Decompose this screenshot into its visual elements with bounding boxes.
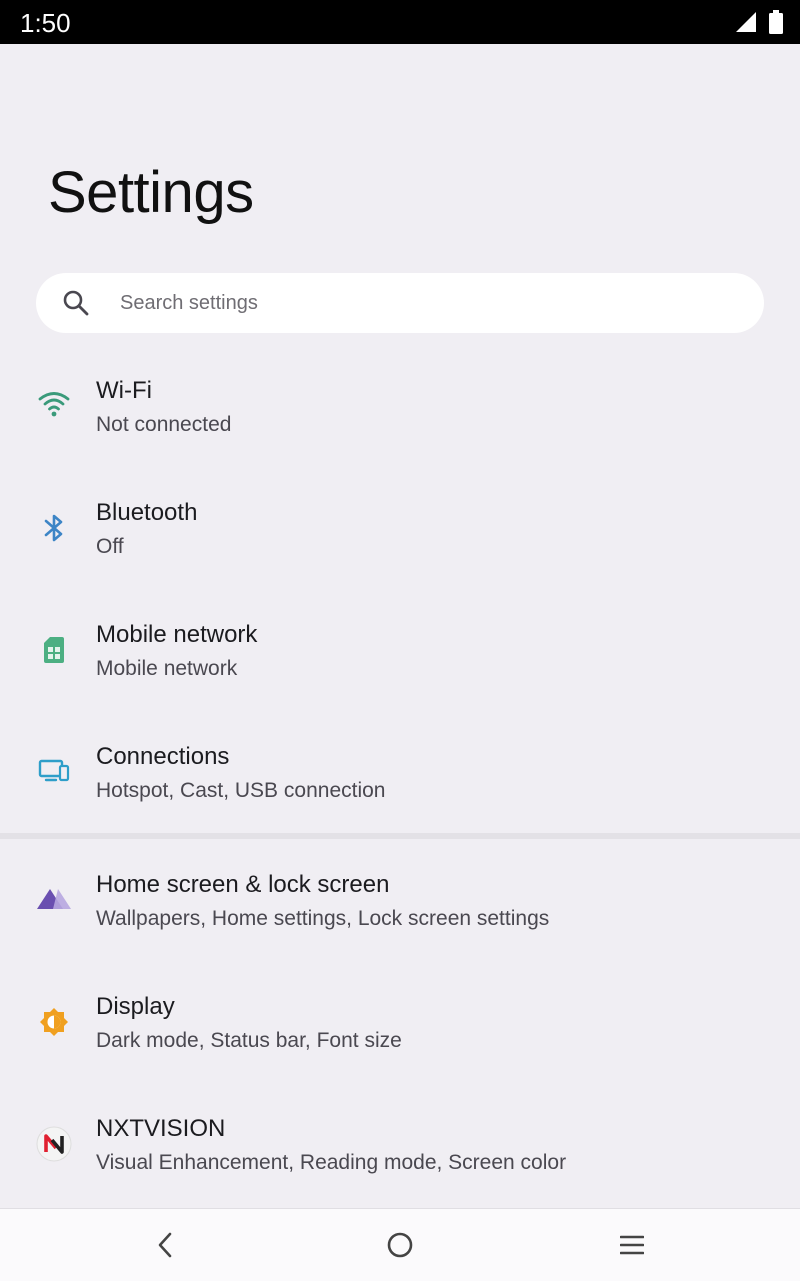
section-divider [0,833,800,839]
settings-item-title: Bluetooth [96,499,198,526]
status-icons [734,10,784,39]
settings-item-subtitle: Hotspot, Cast, USB connection [96,779,386,802]
settings-item-title: Wi-Fi [96,377,152,404]
back-icon[interactable] [148,1227,184,1263]
settings-item-subtitle: Wallpapers, Home settings, Lock screen s… [96,907,550,930]
page-title: Settings [48,160,254,225]
settings-item-mobile-network[interactable]: Mobile network Mobile network [0,594,800,694]
settings-item-subtitle: Not connected [96,413,232,436]
settings-item-subtitle: Visual Enhancement, Reading mode, Screen… [96,1151,567,1174]
devices-icon [36,752,72,788]
search-icon [62,289,90,317]
settings-item-title: Connections [96,743,230,770]
settings-item-home-lock-screen[interactable]: Home screen & lock screen Wallpapers, Ho… [0,844,800,944]
settings-item-connections[interactable]: Connections Hotspot, Cast, USB connectio… [0,716,800,816]
wifi-icon [36,386,72,422]
home-icon[interactable] [382,1227,418,1263]
settings-item-nxtvision[interactable]: NXTVISION Visual Enhancement, Reading mo… [0,1088,800,1188]
status-bar: 1:50 [0,0,800,44]
settings-item-wifi[interactable]: Wi-Fi Not connected [0,350,800,450]
settings-item-subtitle: Mobile network [96,657,238,680]
settings-item-title: Mobile network [96,621,258,648]
battery-icon [768,10,784,39]
settings-item-subtitle: Dark mode, Status bar, Font size [96,1029,402,1052]
sim-card-icon [36,632,72,668]
navigation-bar [0,1208,800,1281]
settings-item-title: Home screen & lock screen [96,871,390,898]
settings-item-subtitle: Off [96,535,124,558]
settings-item-title: NXTVISION [96,1115,226,1142]
bluetooth-icon [36,510,72,546]
status-time: 1:50 [20,8,71,38]
cellular-signal-icon [734,10,758,39]
menu-icon[interactable] [614,1227,650,1263]
settings-item-bluetooth[interactable]: Bluetooth Off [0,472,800,572]
settings-item-title: Display [96,993,175,1020]
search-placeholder: Search settings [120,292,258,314]
home-lock-icon [36,882,72,918]
search-input[interactable]: Search settings [36,273,764,333]
settings-item-display[interactable]: Display Dark mode, Status bar, Font size [0,966,800,1066]
nxtvision-icon [36,1126,72,1162]
brightness-icon [36,1004,72,1040]
